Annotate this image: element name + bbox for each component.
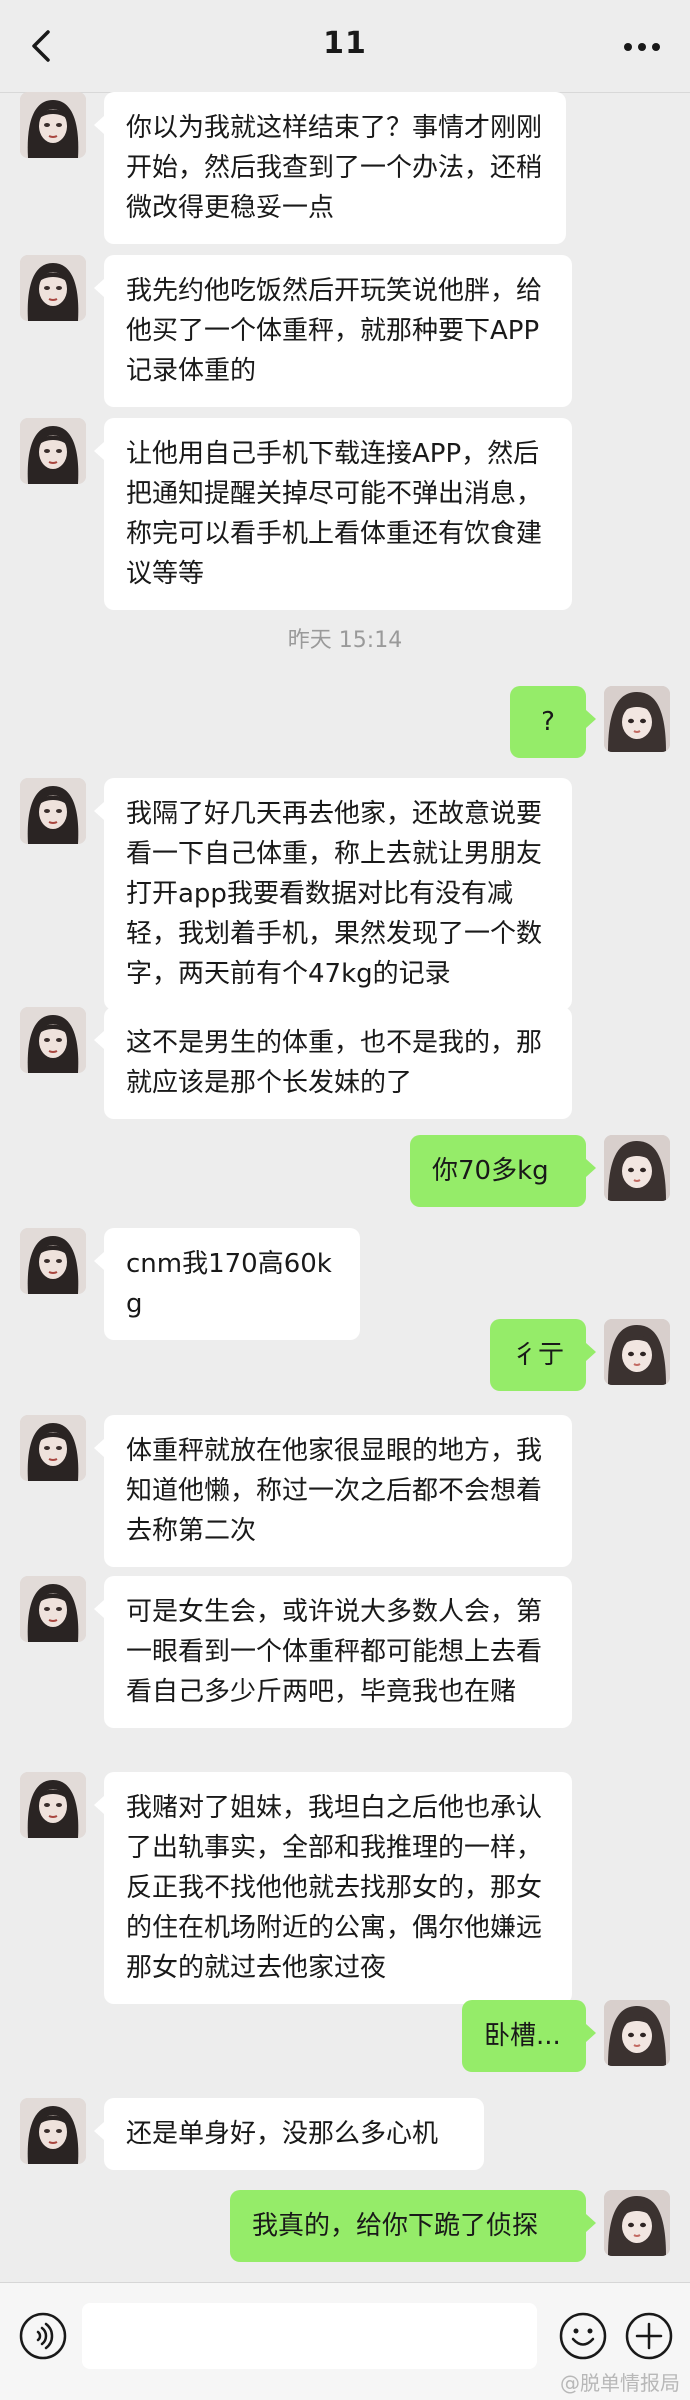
message-bubble[interactable]: 让他用自己手机下载连接APP，然后把通知提醒关掉尽可能不弹出消息，称完可以看手机… [94, 418, 572, 610]
contact-avatar[interactable] [20, 1415, 86, 1481]
self-avatar[interactable] [604, 2000, 670, 2066]
watermark: @脱单情报局 [560, 2371, 680, 2395]
portrait-icon [20, 92, 86, 158]
timestamp: 昨天 15:14 [287, 628, 403, 653]
contact-avatar[interactable] [20, 255, 86, 321]
message-bubble[interactable]: 彳亍 [490, 1319, 596, 1391]
message-input[interactable] [82, 2303, 537, 2369]
self-avatar[interactable] [604, 1135, 670, 1201]
ellipsis-icon [624, 43, 660, 51]
plus-icon [625, 2312, 673, 2360]
portrait-icon [20, 1415, 86, 1481]
message-bubble[interactable]: 卧槽... [462, 2000, 596, 2072]
portrait-icon [20, 1772, 86, 1838]
portrait-icon [20, 2098, 86, 2164]
message-bubble[interactable]: 可是女生会，或许说大多数人会，第一眼看到一个体重秤都可能想上去看看自己多少斤两吧… [94, 1576, 572, 1728]
plus-button[interactable] [624, 2311, 674, 2361]
message-bubble[interactable]: 这不是男生的体重，也不是我的，那就应该是那个长发妹的了 [94, 1007, 572, 1119]
message-bubble[interactable]: 你以为我就这样结束了？事情才刚刚开始，然后我查到了一个办法，还稍微改得更稳妥一点 [94, 92, 566, 244]
message-list[interactable]: 你以为我就这样结束了？事情才刚刚开始，然后我查到了一个办法，还稍微改得更稳妥一点… [0, 92, 690, 2282]
message-bubble[interactable]: 你70多kg [410, 1135, 596, 1207]
contact-avatar[interactable] [20, 2098, 86, 2164]
contact-avatar[interactable] [20, 1007, 86, 1073]
message-bubble[interactable]: 体重秤就放在他家很显眼的地方，我知道他懒，称过一次之后都不会想着去称第二次 [94, 1415, 572, 1567]
contact-avatar[interactable] [20, 1576, 86, 1642]
self-avatar[interactable] [604, 1319, 670, 1385]
portrait-icon [20, 1228, 86, 1294]
message-bubble[interactable]: 我真的，给你下跪了侦探 [230, 2190, 596, 2262]
voice-button[interactable] [18, 2311, 68, 2361]
more-button[interactable] [622, 32, 662, 62]
chat-title: 11 [323, 26, 367, 61]
portrait-icon [604, 2190, 670, 2256]
self-avatar[interactable] [604, 2190, 670, 2256]
portrait-icon [604, 1319, 670, 1385]
contact-avatar[interactable] [20, 778, 86, 844]
contact-avatar[interactable] [20, 1772, 86, 1838]
message-bubble[interactable]: 还是单身好，没那么多心机 [94, 2098, 484, 2170]
contact-avatar[interactable] [20, 92, 86, 158]
message-bubble[interactable]: cnm我170高60kg [94, 1228, 360, 1340]
message-bubble[interactable]: 我赌对了姐妹，我坦白之后他也承认了出轨事实，全部和我推理的一样，反正我不找他他就… [94, 1772, 572, 2004]
portrait-icon [20, 1007, 86, 1073]
portrait-icon [20, 778, 86, 844]
voice-icon [19, 2312, 67, 2360]
input-bar: @脱单情报局 [0, 2282, 690, 2400]
portrait-icon [604, 686, 670, 752]
emoji-icon [559, 2312, 607, 2360]
portrait-icon [20, 418, 86, 484]
portrait-icon [20, 1576, 86, 1642]
message-bubble[interactable]: ? [510, 686, 596, 758]
portrait-icon [604, 1135, 670, 1201]
message-bubble[interactable]: 我隔了好几天再去他家，还故意说要看一下自己体重，称上去就让男朋友打开app我要看… [94, 778, 572, 1010]
portrait-icon [20, 255, 86, 321]
message-bubble[interactable]: 我先约他吃饭然后开玩笑说他胖，给他买了一个体重秤，就那种要下APP记录体重的 [94, 255, 572, 407]
contact-avatar[interactable] [20, 1228, 86, 1294]
portrait-icon [604, 2000, 670, 2066]
contact-avatar[interactable] [20, 418, 86, 484]
self-avatar[interactable] [604, 686, 670, 752]
chat-header: 11 [0, 0, 690, 93]
emoji-button[interactable] [558, 2311, 608, 2361]
